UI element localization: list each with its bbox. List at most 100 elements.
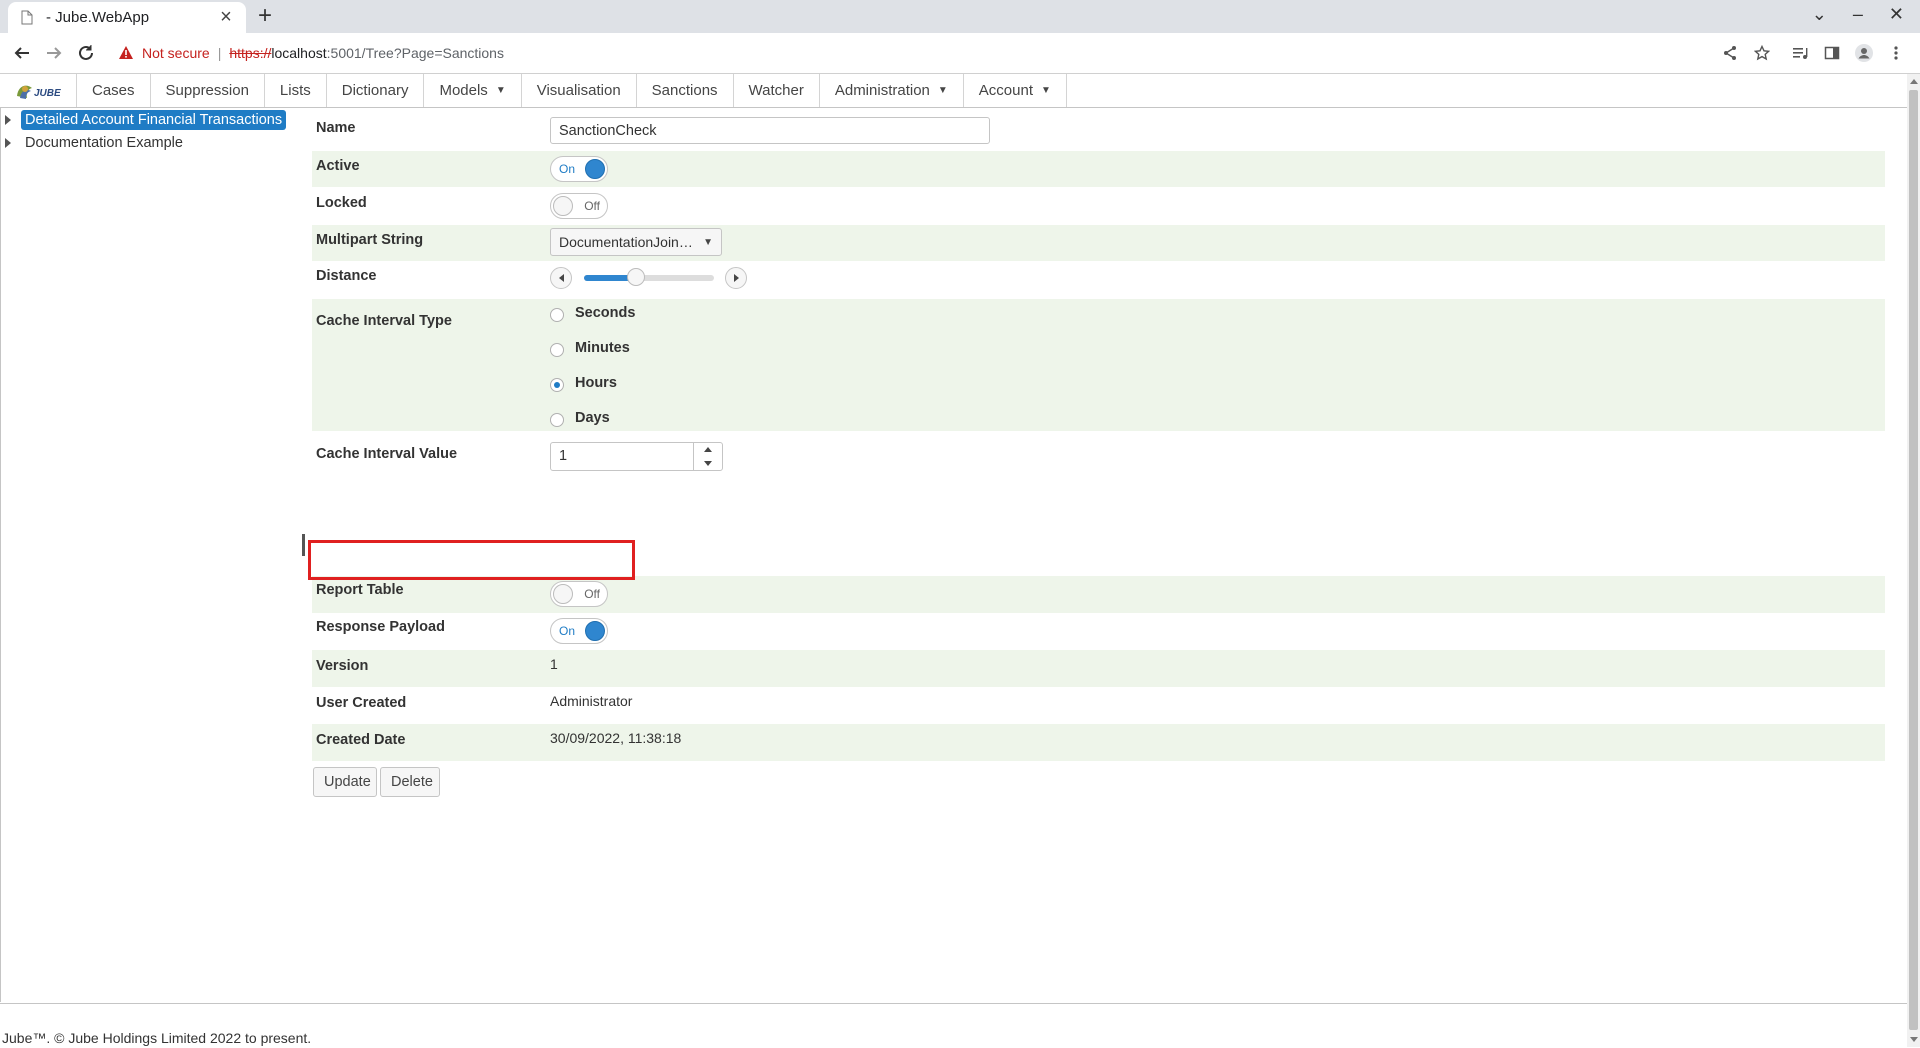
field-label: Response Payload [316,619,445,635]
menu-administration[interactable]: Administration ▼ [820,74,964,107]
radio-button[interactable] [550,308,564,322]
row-report-table: Report Table Off [312,576,1885,613]
spinner-down-button[interactable] [694,457,722,471]
row-created-date: Created Date 30/09/2022, 11:38:18 [312,724,1885,761]
field-label: Cache Interval Type [316,313,452,329]
toggle-state: Off [584,199,600,213]
share-icon[interactable] [1720,43,1740,63]
tab-search-icon[interactable]: ⌄ [1812,4,1827,25]
row-cache-interval-value: Cache Interval Value 1 [312,432,1885,471]
pane-splitter[interactable] [301,108,307,1002]
new-tab-button[interactable]: + [258,4,272,28]
window-controls: ⌄ – ✕ [1812,4,1904,25]
expand-triangle-icon[interactable] [5,115,11,125]
address-bar[interactable]: Not secure | https:// localhost :5001/Tr… [110,37,1720,69]
caret-down-icon: ▼ [937,85,948,96]
locked-toggle[interactable]: Off [550,193,608,219]
radio-hours[interactable]: Hours [550,374,617,392]
splitter-grip[interactable] [302,534,305,556]
caret-down-icon: ▼ [1041,85,1051,96]
app-menubar: JUBE Cases Suppression Lists Dictionary … [0,74,1907,108]
minimize-icon[interactable]: – [1853,4,1863,25]
tree-node[interactable]: Detailed Account Financial Transactions [5,109,287,131]
entity-tree: Detailed Account Financial Transactions … [0,108,303,1002]
browser-menu-icon[interactable] [1886,43,1906,63]
toggle-knob [553,196,573,216]
field-label: Created Date [316,732,406,748]
scroll-down-icon[interactable] [1910,1037,1918,1042]
field-label: Locked [316,195,367,211]
menu-watcher[interactable]: Watcher [734,74,820,107]
report-table-toggle[interactable]: Off [550,581,608,607]
menu-cases[interactable]: Cases [77,74,151,107]
reload-icon[interactable] [74,41,98,65]
spinner-value[interactable]: 1 [551,443,693,470]
browser-tab[interactable]: - Jube.WebApp × [8,2,246,33]
delete-button[interactable]: Delete [380,767,440,797]
row-locked: Locked Off [312,188,1885,224]
toggle-state: On [559,162,576,176]
row-distance: Distance [312,261,1885,297]
field-label: Report Table [316,582,404,598]
back-arrow-icon[interactable] [10,41,34,65]
update-button[interactable]: Update [313,767,377,797]
jube-logo[interactable]: JUBE [0,74,77,107]
row-multipart-string: Multipart String DocumentationJoin… ▼ [312,225,1885,261]
warning-icon [119,46,133,59]
bookmark-star-icon[interactable] [1752,43,1772,63]
not-secure-label[interactable]: Not secure [142,45,210,61]
menu-models[interactable]: Models ▼ [424,74,522,107]
created-date-value: 30/09/2022, 11:38:18 [550,730,682,746]
distance-slider [550,267,747,289]
tab-title: - Jube.WebApp [46,9,150,26]
spinner-up-button[interactable] [694,443,722,457]
menu-dictionary[interactable]: Dictionary [327,74,425,107]
cache-interval-type-radios: Seconds Minutes Hours Days [550,304,850,429]
browser-tabstrip: - Jube.WebApp × + ⌄ – ✕ [0,0,1920,33]
slider-increase-button[interactable] [725,267,747,289]
scroll-up-icon[interactable] [1910,79,1918,84]
address-separator: | [217,45,222,61]
url-host: localhost [271,45,327,61]
field-label: User Created [316,695,407,711]
row-response-payload: Response Payload On [312,613,1885,650]
window-close-icon[interactable]: ✕ [1889,4,1904,25]
slider-track[interactable] [584,268,714,286]
scrollbar-thumb[interactable] [1909,90,1918,1030]
radio-button[interactable] [550,413,564,427]
side-panel-icon[interactable] [1822,43,1842,63]
page-scrollbar[interactable] [1907,74,1920,1047]
field-label: Name [316,120,356,136]
field-label: Cache Interval Value [316,446,458,462]
field-label: Multipart String [316,232,424,248]
active-toggle[interactable]: On [550,156,608,182]
radio-button[interactable] [550,343,564,357]
close-tab-icon[interactable]: × [216,6,236,29]
name-input[interactable] [550,117,990,144]
profile-avatar-icon[interactable] [1854,43,1874,63]
tree-node[interactable]: Documentation Example [5,132,187,154]
radio-button[interactable] [550,378,564,392]
menu-account[interactable]: Account ▼ [964,74,1067,107]
radio-seconds[interactable]: Seconds [550,304,635,322]
slider-thumb[interactable] [627,268,645,286]
tree-node-label[interactable]: Detailed Account Financial Transactions [21,110,287,130]
slider-decrease-button[interactable] [550,267,572,289]
radio-minutes[interactable]: Minutes [550,339,630,357]
cache-interval-value-spinner[interactable]: 1 [550,442,723,471]
row-user-created: User Created Administrator [312,687,1885,724]
media-queue-icon[interactable] [1790,43,1810,63]
multipart-string-select[interactable]: DocumentationJoin… ▼ [550,228,722,256]
tree-node-label[interactable]: Documentation Example [21,133,187,153]
radio-days[interactable]: Days [550,409,610,427]
menu-sanctions[interactable]: Sanctions [637,74,734,107]
menu-suppression[interactable]: Suppression [151,74,265,107]
menu-visualisation[interactable]: Visualisation [522,74,637,107]
menu-lists[interactable]: Lists [265,74,327,107]
forward-arrow-icon[interactable] [42,41,66,65]
url-path: :5001/Tree?Page=Sanctions [326,45,504,61]
response-payload-toggle[interactable]: On [550,618,608,644]
toggle-knob [585,621,605,641]
caret-down-icon: ▼ [703,236,713,248]
expand-triangle-icon[interactable] [5,138,11,148]
